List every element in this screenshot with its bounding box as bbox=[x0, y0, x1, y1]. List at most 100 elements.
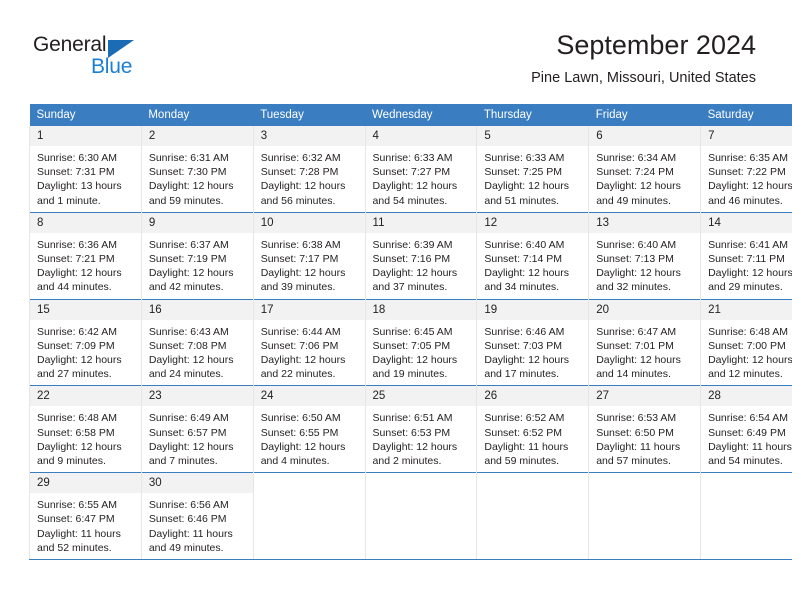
day-cell[interactable]: 21 Sunrise: 6:48 AM Sunset: 7:00 PM Dayl… bbox=[700, 298, 792, 386]
sunset-text: Sunset: 6:57 PM bbox=[148, 426, 227, 439]
sunset-text: Sunset: 7:05 PM bbox=[372, 339, 451, 352]
day-cell[interactable]: 10 Sunrise: 6:38 AM Sunset: 7:17 PM Dayl… bbox=[252, 211, 366, 300]
sunset-text: Sunset: 6:52 PM bbox=[484, 426, 563, 439]
day-cell[interactable]: 4 Sunrise: 6:33 AM Sunset: 7:27 PM Dayli… bbox=[364, 126, 478, 213]
day-cell[interactable]: 5 Sunrise: 6:33 AM Sunset: 7:25 PM Dayli… bbox=[476, 126, 590, 213]
sunset-text: Sunset: 7:16 PM bbox=[372, 253, 451, 266]
daylight-text: Daylight: 12 hours and 12 minutes. bbox=[708, 354, 792, 381]
day-cell[interactable]: 20 Sunrise: 6:47 AM Sunset: 7:01 PM Dayl… bbox=[588, 298, 702, 386]
daylight-text: Daylight: 12 hours and 2 minutes. bbox=[372, 440, 458, 468]
day-info: Sunrise: 6:52 AM Sunset: 6:52 PM Dayligh… bbox=[477, 406, 588, 472]
sunset-text: Sunset: 6:50 PM bbox=[596, 426, 674, 439]
sunset-text: Sunset: 7:11 PM bbox=[708, 253, 785, 266]
day-cell[interactable]: 1 Sunrise: 6:30 AM Sunset: 7:31 PM Dayli… bbox=[29, 126, 142, 213]
day-cell[interactable]: 14 Sunrise: 6:41 AM Sunset: 7:11 PM Dayl… bbox=[700, 211, 792, 300]
sunrise-text: Sunrise: 6:49 AM bbox=[148, 412, 229, 425]
sunrise-text: Sunrise: 6:42 AM bbox=[37, 325, 117, 338]
day-number: 20 bbox=[589, 299, 701, 320]
day-number bbox=[589, 473, 701, 494]
weekday-header-saturday: Saturday bbox=[700, 104, 792, 126]
generalblue-logo[interactable]: General Blue bbox=[33, 33, 213, 83]
sunrise-text: Sunrise: 6:55 AM bbox=[37, 499, 117, 512]
day-number: 12 bbox=[477, 212, 589, 233]
day-number: 1 bbox=[30, 126, 141, 146]
sunset-text: Sunset: 7:17 PM bbox=[260, 253, 339, 266]
day-cell[interactable]: 8 Sunrise: 6:36 AM Sunset: 7:21 PM Dayli… bbox=[29, 211, 142, 300]
week-row: 8 Sunrise: 6:36 AM Sunset: 7:21 PM Dayli… bbox=[29, 211, 792, 300]
daylight-text: Daylight: 12 hours and 14 minutes. bbox=[596, 354, 681, 381]
day-number: 27 bbox=[589, 386, 701, 407]
day-number: 21 bbox=[701, 299, 792, 320]
day-cell[interactable]: 7 Sunrise: 6:35 AM Sunset: 7:22 PM Dayli… bbox=[700, 126, 792, 213]
day-cell-empty bbox=[252, 472, 366, 561]
daylight-text: Daylight: 12 hours and 27 minutes. bbox=[37, 354, 122, 381]
logo-text-general: General bbox=[33, 33, 107, 56]
day-info: Sunrise: 6:40 AM Sunset: 7:13 PM Dayligh… bbox=[589, 233, 700, 299]
daylight-text: Daylight: 12 hours and 44 minutes. bbox=[37, 267, 122, 294]
day-cell[interactable]: 18 Sunrise: 6:45 AM Sunset: 7:05 PM Dayl… bbox=[364, 298, 478, 386]
daylight-text: Daylight: 12 hours and 17 minutes. bbox=[484, 354, 570, 381]
sunrise-text: Sunrise: 6:48 AM bbox=[708, 325, 789, 338]
week-row: 22 Sunrise: 6:48 AM Sunset: 6:58 PM Dayl… bbox=[29, 385, 792, 473]
day-info: Sunrise: 6:50 AM Sunset: 6:55 PM Dayligh… bbox=[254, 406, 365, 472]
day-cell[interactable]: 27 Sunrise: 6:53 AM Sunset: 6:50 PM Dayl… bbox=[588, 385, 702, 473]
day-info: Sunrise: 6:48 AM Sunset: 7:00 PM Dayligh… bbox=[701, 320, 792, 386]
day-cell[interactable]: 30 Sunrise: 6:56 AM Sunset: 6:46 PM Dayl… bbox=[140, 472, 254, 561]
day-number: 23 bbox=[141, 386, 253, 407]
day-number: 13 bbox=[589, 212, 701, 233]
daylight-text: Daylight: 12 hours and 22 minutes. bbox=[260, 354, 346, 381]
daylight-text: Daylight: 12 hours and 51 minutes. bbox=[484, 180, 570, 207]
day-cell[interactable]: 3 Sunrise: 6:32 AM Sunset: 7:28 PM Dayli… bbox=[252, 126, 366, 213]
day-number: 19 bbox=[477, 299, 589, 320]
sunset-text: Sunset: 7:24 PM bbox=[596, 166, 674, 179]
day-cell[interactable]: 28 Sunrise: 6:54 AM Sunset: 6:49 PM Dayl… bbox=[700, 385, 792, 473]
day-cell[interactable]: 16 Sunrise: 6:43 AM Sunset: 7:08 PM Dayl… bbox=[140, 298, 254, 386]
day-cell[interactable]: 25 Sunrise: 6:51 AM Sunset: 6:53 PM Dayl… bbox=[364, 385, 478, 473]
day-cell[interactable]: 11 Sunrise: 6:39 AM Sunset: 7:16 PM Dayl… bbox=[364, 211, 478, 300]
sunset-text: Sunset: 7:01 PM bbox=[596, 339, 674, 352]
day-cell[interactable]: 13 Sunrise: 6:40 AM Sunset: 7:13 PM Dayl… bbox=[588, 211, 702, 300]
daylight-text: Daylight: 12 hours and 24 minutes. bbox=[148, 354, 234, 381]
day-cell[interactable]: 22 Sunrise: 6:48 AM Sunset: 6:58 PM Dayl… bbox=[29, 385, 142, 473]
page-title: September 2024 bbox=[556, 30, 756, 60]
daylight-text: Daylight: 12 hours and 56 minutes. bbox=[260, 180, 346, 207]
day-info: Sunrise: 6:39 AM Sunset: 7:16 PM Dayligh… bbox=[366, 233, 477, 299]
day-info: Sunrise: 6:45 AM Sunset: 7:05 PM Dayligh… bbox=[366, 320, 477, 386]
day-number: 8 bbox=[30, 212, 141, 233]
day-cell[interactable]: 23 Sunrise: 6:49 AM Sunset: 6:57 PM Dayl… bbox=[140, 385, 254, 473]
sunrise-text: Sunrise: 6:32 AM bbox=[260, 152, 341, 164]
sunrise-text: Sunrise: 6:54 AM bbox=[708, 412, 789, 425]
day-cell[interactable]: 26 Sunrise: 6:52 AM Sunset: 6:52 PM Dayl… bbox=[476, 385, 590, 473]
sunrise-text: Sunrise: 6:51 AM bbox=[372, 412, 453, 425]
sunrise-text: Sunrise: 6:40 AM bbox=[484, 238, 565, 251]
sunset-text: Sunset: 6:58 PM bbox=[37, 426, 115, 439]
daylight-text: Daylight: 11 hours and 54 minutes. bbox=[708, 440, 792, 468]
day-info: Sunrise: 6:38 AM Sunset: 7:17 PM Dayligh… bbox=[254, 233, 365, 299]
daylight-text: Daylight: 12 hours and 9 minutes. bbox=[37, 440, 122, 468]
day-number: 15 bbox=[30, 299, 141, 320]
sunrise-text: Sunrise: 6:46 AM bbox=[484, 325, 565, 338]
sunrise-text: Sunrise: 6:45 AM bbox=[372, 325, 453, 338]
calendar-table: Sunday Monday Tuesday Wednesday Thursday… bbox=[29, 104, 792, 561]
day-number: 10 bbox=[253, 212, 365, 233]
day-cell[interactable]: 6 Sunrise: 6:34 AM Sunset: 7:24 PM Dayli… bbox=[588, 126, 702, 213]
day-info: Sunrise: 6:35 AM Sunset: 7:22 PM Dayligh… bbox=[701, 146, 792, 212]
day-cell[interactable]: 19 Sunrise: 6:46 AM Sunset: 7:03 PM Dayl… bbox=[476, 298, 590, 386]
page-header: General Blue September 2024 Pine Lawn, M… bbox=[0, 0, 792, 98]
calendar-page: General Blue September 2024 Pine Lawn, M… bbox=[0, 0, 792, 612]
sunrise-text: Sunrise: 6:39 AM bbox=[372, 238, 453, 251]
day-cell[interactable]: 15 Sunrise: 6:42 AM Sunset: 7:09 PM Dayl… bbox=[29, 298, 142, 386]
daylight-text: Daylight: 12 hours and 34 minutes. bbox=[484, 267, 570, 294]
daylight-text: Daylight: 12 hours and 54 minutes. bbox=[372, 180, 458, 207]
sunrise-text: Sunrise: 6:48 AM bbox=[37, 412, 117, 425]
day-number: 26 bbox=[477, 386, 589, 407]
day-info: Sunrise: 6:46 AM Sunset: 7:03 PM Dayligh… bbox=[477, 320, 588, 386]
day-cell[interactable]: 12 Sunrise: 6:40 AM Sunset: 7:14 PM Dayl… bbox=[476, 211, 590, 300]
day-cell[interactable]: 29 Sunrise: 6:55 AM Sunset: 6:47 PM Dayl… bbox=[29, 472, 142, 561]
day-cell[interactable]: 17 Sunrise: 6:44 AM Sunset: 7:06 PM Dayl… bbox=[252, 298, 366, 386]
day-cell[interactable]: 9 Sunrise: 6:37 AM Sunset: 7:19 PM Dayli… bbox=[140, 211, 254, 300]
weekday-header-sunday: Sunday bbox=[29, 104, 142, 126]
day-cell[interactable]: 2 Sunrise: 6:31 AM Sunset: 7:30 PM Dayli… bbox=[140, 126, 254, 213]
day-cell[interactable]: 24 Sunrise: 6:50 AM Sunset: 6:55 PM Dayl… bbox=[252, 385, 366, 473]
sunset-text: Sunset: 7:03 PM bbox=[484, 339, 563, 352]
